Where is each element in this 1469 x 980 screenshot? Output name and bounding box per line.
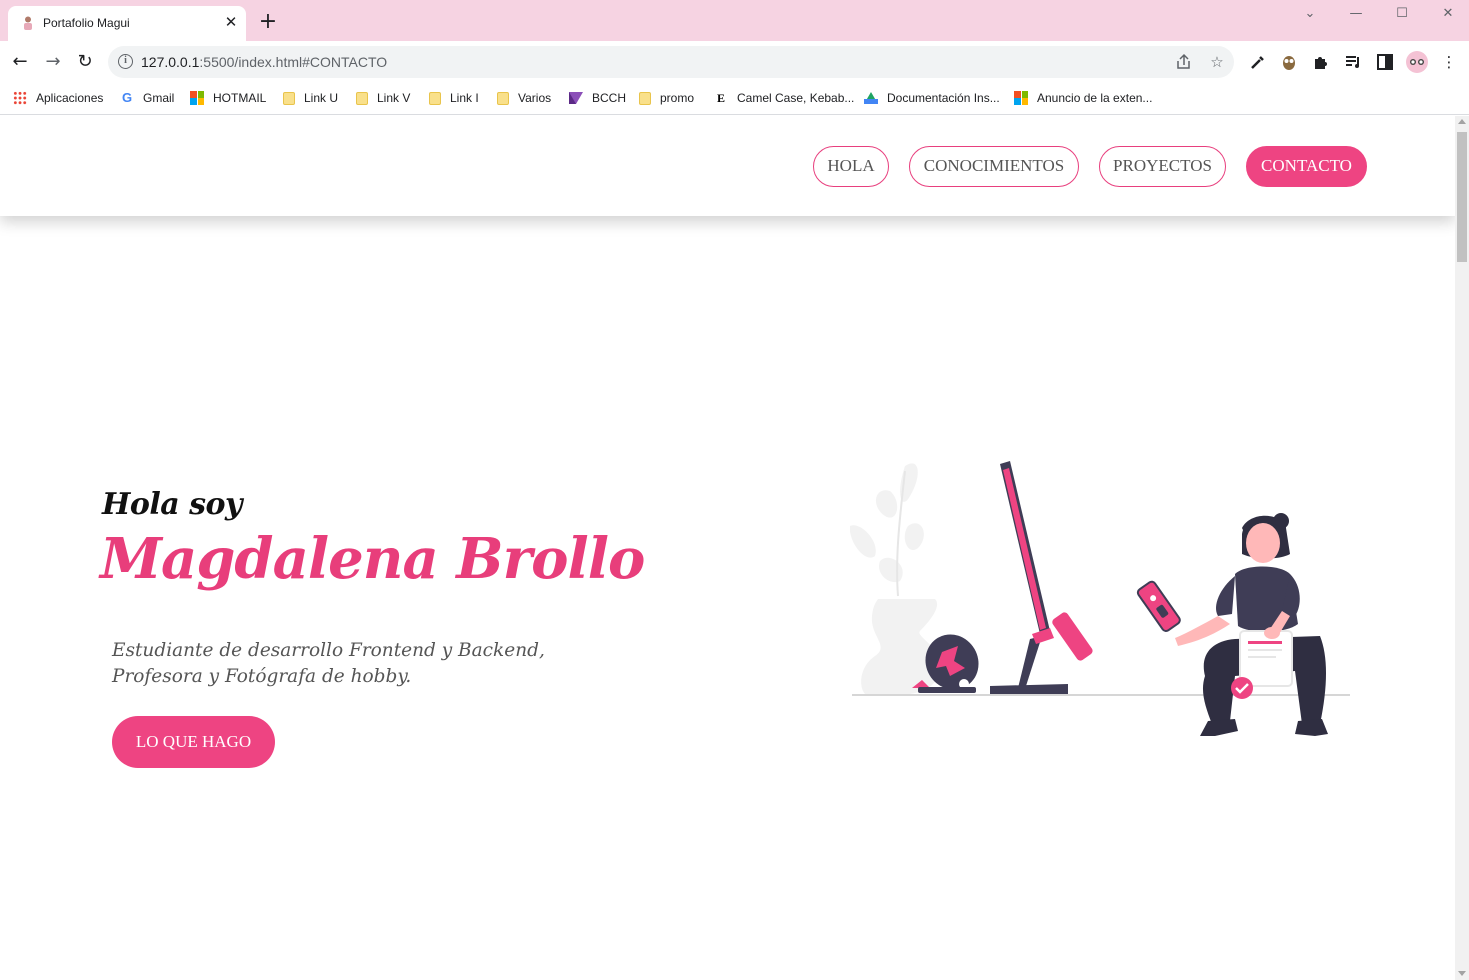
microsoft-icon — [1014, 91, 1028, 105]
browser-toolbar: ← → ↻ i 127.0.0.1:5500/index.html#CONTAC… — [0, 41, 1469, 82]
folder-icon — [639, 91, 651, 105]
folder-icon — [356, 91, 368, 105]
bookmark-star-icon[interactable]: ☆ — [1207, 52, 1227, 72]
person-icon — [1052, 513, 1328, 736]
page-viewport: HOLA CONOCIMIENTOS PROYECTOS CONTACTO Ho… — [0, 116, 1455, 980]
microsoft-icon — [190, 91, 204, 105]
new-tab-button[interactable]: + — [258, 11, 278, 33]
site-header: HOLA CONOCIMIENTOS PROYECTOS CONTACTO — [0, 116, 1455, 216]
close-window-button[interactable]: ✕ — [1433, 4, 1463, 24]
page-scrollbar[interactable] — [1455, 116, 1469, 980]
folder-icon — [429, 91, 441, 105]
profile-avatar-icon[interactable] — [1406, 51, 1428, 73]
bookmark-item[interactable]: G Gmail — [120, 89, 174, 107]
address-bar[interactable]: i 127.0.0.1:5500/index.html#CONTACTO ☆ — [108, 46, 1234, 78]
monitor-icon — [990, 461, 1068, 694]
folder-icon — [497, 91, 509, 105]
bookmarks-bar: Aplicaciones G Gmail HOTMAIL Link U Link … — [0, 82, 1469, 115]
eyedropper-extension-icon[interactable] — [1248, 52, 1268, 72]
bookmark-folder[interactable]: Link U — [283, 89, 338, 107]
bookmark-item[interactable]: HOTMAIL — [190, 89, 266, 107]
folder-icon — [283, 91, 295, 105]
hero-name: Magdalena Brollo — [100, 526, 645, 592]
bookmark-item[interactable]: BCCH — [569, 89, 626, 107]
lo-que-hago-button[interactable]: LO QUE HAGO — [112, 716, 275, 768]
site-info-icon[interactable]: i — [118, 54, 133, 69]
e-icon: E — [716, 91, 725, 105]
reading-list-icon[interactable] — [1343, 52, 1363, 72]
tab-search-icon[interactable]: ⌄ — [1295, 4, 1325, 24]
address-url[interactable]: 127.0.0.1:5500/index.html#CONTACTO — [141, 54, 387, 70]
bookmark-folder[interactable]: Varios — [497, 89, 551, 107]
nav-contacto[interactable]: CONTACTO — [1246, 146, 1367, 187]
scroll-down-arrow-icon[interactable] — [1458, 971, 1466, 976]
bookmark-item[interactable]: Aplicaciones — [13, 89, 103, 107]
browser-tab-bar: Portafolio Magui ✕ + ⌄ — ☐ ✕ — [0, 0, 1469, 41]
browser-tab[interactable]: Portafolio Magui ✕ — [8, 6, 246, 41]
nav-proyectos[interactable]: PROYECTOS — [1099, 146, 1226, 187]
bookmark-folder[interactable]: promo — [639, 89, 694, 107]
forward-arrow-icon[interactable]: → — [41, 50, 65, 74]
menu-kebab-icon[interactable]: ⋮ — [1439, 52, 1459, 72]
maximize-button[interactable]: ☐ — [1387, 4, 1417, 24]
close-tab-icon[interactable]: ✕ — [222, 13, 240, 31]
favicon-icon — [24, 16, 32, 30]
bookmark-item[interactable]: E Camel Case, Kebab... — [714, 89, 854, 107]
extensions-puzzle-icon[interactable] — [1311, 52, 1331, 72]
share-icon[interactable] — [1174, 52, 1194, 72]
back-arrow-icon[interactable]: ← — [8, 50, 32, 74]
nav-hola[interactable]: HOLA — [813, 146, 889, 187]
bookmark-item[interactable]: Documentación Ins... — [864, 89, 1000, 107]
reload-icon[interactable]: ↻ — [73, 50, 97, 74]
google-drive-icon — [864, 92, 878, 104]
bookmark-folder[interactable]: Link V — [356, 89, 410, 107]
google-icon: G — [121, 90, 133, 105]
owl-extension-icon[interactable] — [1279, 52, 1299, 72]
bcch-icon — [569, 92, 583, 104]
apps-grid-icon — [13, 91, 27, 105]
scroll-up-arrow-icon[interactable] — [1458, 119, 1466, 124]
hero-greeting: Hola soy — [102, 487, 242, 522]
bookmark-folder[interactable]: Link I — [429, 89, 479, 107]
minimize-button[interactable]: — — [1341, 4, 1371, 24]
tab-title: Portafolio Magui — [43, 16, 130, 30]
scrollbar-thumb[interactable] — [1457, 132, 1467, 262]
hero-illustration — [850, 461, 1350, 736]
bookmark-item[interactable]: Anuncio de la exten... — [1014, 89, 1152, 107]
hero-description: Estudiante de desarrollo Frontend y Back… — [112, 640, 545, 687]
nav-conocimientos[interactable]: CONOCIMIENTOS — [909, 146, 1079, 187]
side-panel-icon[interactable] — [1375, 52, 1395, 72]
